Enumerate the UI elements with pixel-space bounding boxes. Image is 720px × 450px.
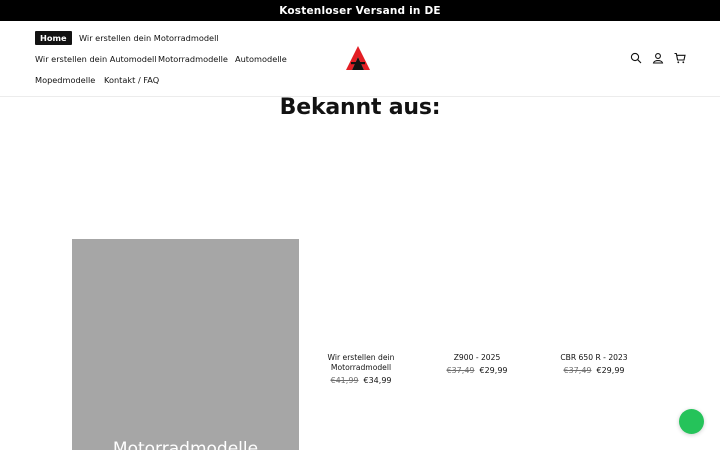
chat-button[interactable] [679, 409, 704, 434]
product-title-line2: Motorradmodell [330, 363, 392, 372]
cart-icon[interactable] [674, 52, 686, 64]
price-sale: €29,99 [596, 366, 625, 375]
announcement-bar: Kostenloser Versand in DE [0, 0, 720, 21]
product-title-line1: Wir erstellen dein [327, 353, 395, 362]
account-icon[interactable] [652, 52, 664, 64]
announcement-text: Kostenloser Versand in DE [279, 4, 441, 17]
collection-card-motorradmodelle[interactable]: Motorradmodelle [72, 239, 299, 450]
nav-item-wir-erstellen-automodell[interactable]: Wir erstellen dein Automodell [35, 53, 157, 65]
price-row: €41,99 €34,99 [306, 376, 416, 385]
section-heading: Bekannt aus: [279, 95, 441, 120]
product-title-line1: Z900 - 2025 [453, 353, 501, 362]
product-card-wir-erstellen-motorradmodell[interactable]: Wir erstellen dein Motorradmodell €41,99… [306, 353, 416, 385]
site-header: Home Wir erstellen dein Motorradmodell W… [0, 21, 720, 97]
brand-logo[interactable] [345, 45, 371, 71]
price-sale: €29,99 [479, 366, 508, 375]
price-regular: €37,49 [563, 366, 592, 375]
product-card-cbr-650-r-2023[interactable]: CBR 650 R - 2023 €37,49 €29,99 [539, 353, 649, 375]
collection-card-title: Motorradmodelle [112, 439, 259, 450]
price-regular: €41,99 [330, 376, 359, 385]
product-title-line1: CBR 650 R - 2023 [560, 353, 628, 362]
nav-item-mopedmodelle[interactable]: Mopedmodelle [35, 74, 95, 86]
nav-item-home[interactable]: Home [35, 31, 72, 45]
nav-item-automodelle[interactable]: Automodelle [235, 53, 287, 65]
price-regular: €37,49 [446, 366, 475, 375]
nav-item-motorradmodelle[interactable]: Motorradmodelle [158, 53, 228, 65]
nav-item-kontakt-faq[interactable]: Kontakt / FAQ [104, 74, 159, 86]
product-card-z900-2025[interactable]: Z900 - 2025 €37,49 €29,99 [422, 353, 532, 375]
price-row: €37,49 €29,99 [422, 366, 532, 375]
price-row: €37,49 €29,99 [539, 366, 649, 375]
nav-item-wir-erstellen-motorradmodell[interactable]: Wir erstellen dein Motorradmodell [79, 32, 219, 44]
search-icon[interactable] [630, 52, 642, 64]
price-sale: €34,99 [363, 376, 392, 385]
